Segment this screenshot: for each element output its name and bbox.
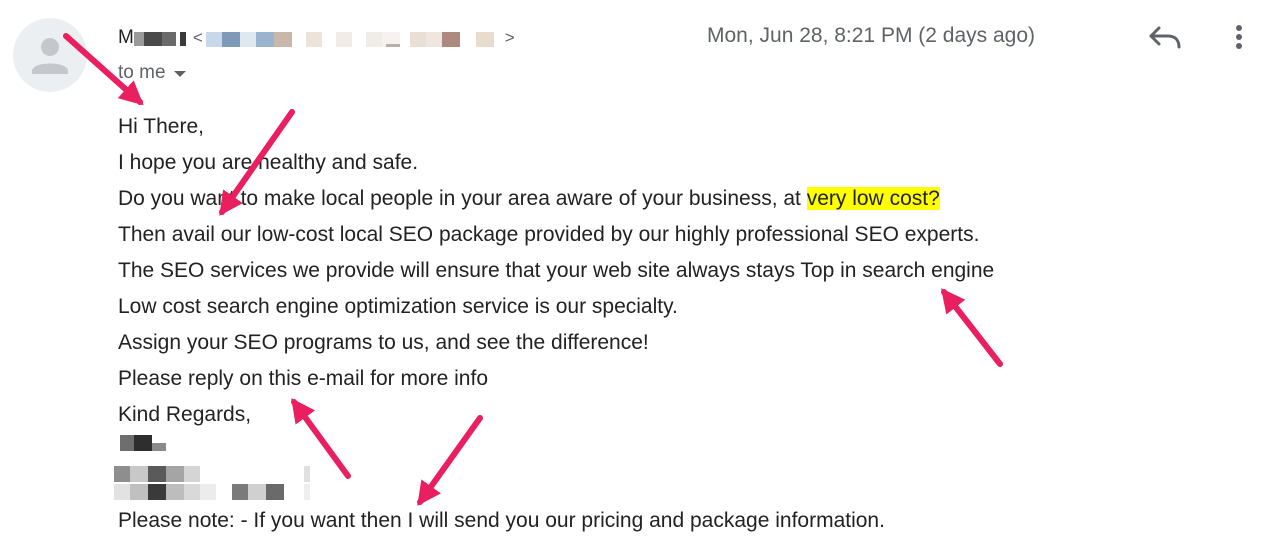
body-line-specialty: Low cost search engine optimization serv… xyxy=(118,295,678,318)
body-line-regards: Kind Regards, xyxy=(118,403,252,426)
body-line-wellbeing: I hope you are healthy and safe. xyxy=(118,151,419,174)
offer-text: Do you want to make local people in your… xyxy=(118,187,807,210)
email-open-bracket: < xyxy=(192,28,203,47)
body-line-services: The SEO services we provide will ensure … xyxy=(118,259,995,282)
body-line-note: Please note: - If you want then I will s… xyxy=(118,509,885,532)
reply-icon xyxy=(1149,26,1181,49)
body-line-reply: Please reply on this e-mail for more inf… xyxy=(118,367,488,390)
recipient-toggle[interactable]: to me xyxy=(118,62,186,84)
email-close-bracket: > xyxy=(504,28,515,47)
body-line-offer: Do you want to make local people in your… xyxy=(118,182,994,218)
more-options-button[interactable] xyxy=(1226,20,1252,54)
chevron-down-icon[interactable] xyxy=(173,71,186,77)
email-body: Hi There, I hope you are healthy and saf… xyxy=(118,110,994,434)
redacted-signature-details xyxy=(114,466,310,500)
sender-name: M < > xyxy=(118,26,518,50)
redacted-signature-name xyxy=(120,435,166,451)
body-line-assign: Assign your SEO programs to us, and see … xyxy=(118,331,649,354)
more-vert-icon xyxy=(1236,25,1242,49)
sender-avatar[interactable] xyxy=(13,18,87,92)
body-line-package: Then avail our low-cost local SEO packag… xyxy=(118,223,980,246)
highlighted-text: very low cost? xyxy=(806,187,940,210)
email-date: Mon, Jun 28, 8:21 PM (2 days ago) xyxy=(707,24,1036,47)
reply-button[interactable] xyxy=(1146,20,1184,54)
redacted-email-pixels xyxy=(205,29,502,47)
recipient-label: to me xyxy=(118,62,166,83)
redacted-name-pixels xyxy=(133,29,190,47)
person-icon xyxy=(32,38,68,74)
body-line-greeting: Hi There, xyxy=(118,115,204,138)
sender-name-initial: M xyxy=(118,27,134,48)
